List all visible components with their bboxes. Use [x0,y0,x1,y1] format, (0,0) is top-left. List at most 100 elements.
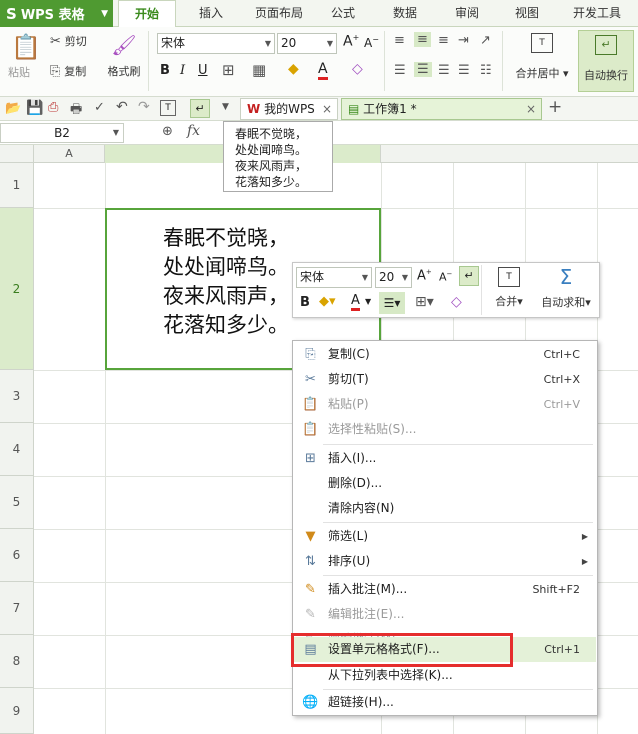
format-painter-button[interactable]: 🖌 格式刷 [103,33,145,93]
border-icon[interactable]: ⊞ [222,61,235,79]
align-center-icon[interactable]: ☰ [414,62,432,77]
row-header-8[interactable]: 8 [0,635,34,688]
wrap-text-button[interactable]: ↵ 自动换行 [578,30,634,92]
mini-merge-button[interactable]: T 合并▾ [489,267,529,309]
bold-icon[interactable]: B [160,63,170,78]
name-box[interactable]: B2 ▼ [0,123,124,143]
close-icon[interactable]: × [322,99,332,119]
menu-item-label: 超链接(H)... [328,695,394,709]
close-icon[interactable]: × [526,99,536,119]
mini-size-select[interactable]: 20 ▼ [375,267,412,288]
wrap-quick-icon[interactable]: ↵ [190,99,210,118]
paste-button[interactable]: 📋 粘贴 [8,33,44,93]
mini-font-select[interactable]: 宋体 ▼ [296,267,372,288]
align-bottom-icon[interactable]: ≡ [438,33,449,48]
brush-icon: 🖌 [111,33,137,57]
fill-pattern-icon[interactable]: ▦ [252,61,266,79]
undo-icon[interactable]: ↶ [116,99,128,115]
border-icon[interactable]: ⊞▾ [415,294,434,310]
row-header-3[interactable]: 3 [0,370,34,423]
row-header-2[interactable]: 2 [0,208,34,370]
clear-format-icon[interactable]: ◇ [352,61,363,77]
increase-font-icon[interactable]: A+ [343,33,359,50]
row-header-6[interactable]: 6 [0,529,34,582]
font-color-icon[interactable]: A [318,61,328,80]
decrease-font-icon[interactable]: A− [439,270,452,284]
tab-home[interactable]: 开始 [118,0,176,28]
align-top-icon[interactable]: ≡ [394,33,405,48]
align-center-icon[interactable]: ☰▾ [379,292,405,314]
row-header-7[interactable]: 7 [0,582,34,635]
tab-developer[interactable]: 开发工具 [562,0,632,27]
wrap-text-icon[interactable]: ↵ [459,266,479,286]
mini-autosum-button[interactable]: Σ 自动求和▾ [535,265,597,310]
font-color-icon[interactable]: A [351,293,360,311]
row-header-4[interactable]: 4 [0,423,34,476]
column-header-a[interactable]: A [34,145,105,163]
tab-workbook[interactable]: ▤ 工作簿1 * × [341,98,542,120]
align-left-icon[interactable]: ☰ [394,63,406,78]
tab-review[interactable]: 审阅 [440,0,494,27]
row-header-1[interactable]: 1 [0,163,34,208]
menu-item-hyperlink[interactable]: 🌐 超链接(H)... [294,690,596,715]
menu-item-sort[interactable]: ⇅ 排序(U) ▶ [294,549,596,574]
tab-data[interactable]: 数据 [378,0,432,27]
menu-item-edit-comment[interactable]: ✎ 编辑批注(E)... [294,602,596,627]
copy-button[interactable]: ⎘ 复制 [50,63,100,81]
open-icon[interactable]: 📂 [5,101,21,116]
row-header-9[interactable]: 9 [0,688,34,734]
tab-formulas[interactable]: 公式 [318,0,368,27]
tab-view[interactable]: 视图 [500,0,554,27]
font-size-select[interactable]: 20 ▼ [277,33,337,54]
mini-font-value: 宋体 [300,270,325,284]
tab-my-wps[interactable]: W 我的WPS × [240,98,338,120]
menu-item-delete[interactable]: 删除(D)... [294,471,596,496]
fx-icon[interactable]: fx [187,123,200,139]
orientation-icon[interactable]: ↗ [480,33,491,48]
tab-page-layout[interactable]: 页面布局 [244,0,314,27]
new-tab-plus-icon[interactable]: + [548,97,562,117]
menu-item-insert-comment[interactable]: ✎ 插入批注(M)... Shift+F2 [294,577,596,602]
app-menu-button[interactable]: S WPS 表格 ▼ [0,0,113,27]
cut-button[interactable]: ✂ 剪切 [50,33,100,51]
save-icon[interactable]: 💾 [26,100,43,116]
align-middle-icon[interactable]: ≡ [414,32,431,47]
indent-icon[interactable]: ⇥ [458,33,469,48]
chevron-down-icon[interactable]: ▼ [222,102,229,112]
formula-content[interactable]: 春眠不觉晓， 处处闻啼鸟。 夜来风雨声， 花落知多少。 [223,121,333,192]
menu-item-shortcut: Shift+F2 [532,583,580,596]
select-all-corner[interactable] [0,145,34,163]
menu-item-filter[interactable]: ▼ 筛选(L) ▶ [294,524,596,549]
distribute-icon[interactable]: ☷ [480,63,492,78]
menu-item-paste-special[interactable]: 📋 选择性粘贴(S)... [294,417,596,442]
paste-icon: 📋 [302,397,319,412]
tab-insert[interactable]: 插入 [182,0,240,27]
bold-icon[interactable]: B [300,295,310,310]
font-name-select[interactable]: 宋体 ▼ [157,33,275,54]
print-preview-icon[interactable]: ⎙ [48,100,58,115]
fill-color-icon[interactable]: ◆▾ [319,294,336,309]
fill-color-icon[interactable]: ◆ [288,61,299,77]
decrease-font-icon[interactable]: A− [364,35,379,50]
spell-check-icon[interactable]: ✓ [94,100,105,115]
hyperlink-icon: 🌐 [302,695,319,710]
chevron-down-icon[interactable]: ▼ [365,297,371,306]
justify-icon[interactable]: ☰ [458,63,470,78]
clear-format-icon[interactable]: ◇ [451,294,462,310]
redo-icon[interactable]: ↷ [138,99,150,115]
menu-item-cut[interactable]: ✂ 剪切(T) Ctrl+X [294,367,596,392]
zoom-icon[interactable]: ⊕ [162,124,173,139]
menu-item-insert[interactable]: ⊞ 插入(I)... [294,446,596,471]
print-icon[interactable]: 🖶 [70,100,82,122]
align-right-icon[interactable]: ☰ [438,63,450,78]
increase-font-icon[interactable]: A+ [417,268,432,283]
merge-center-button[interactable]: T 合并居中 ▾ [510,33,574,81]
menu-item-copy[interactable]: ⎘ 复制(C) Ctrl+C [294,342,596,367]
merge-cells-icon[interactable]: T [160,100,176,116]
cell-reference: B2 [54,126,70,140]
row-header-5[interactable]: 5 [0,476,34,529]
underline-icon[interactable]: U [198,63,208,78]
menu-item-clear-contents[interactable]: 清除内容(N) [294,496,596,521]
menu-item-paste[interactable]: 📋 粘贴(P) Ctrl+V [294,392,596,417]
italic-icon[interactable]: I [180,63,185,78]
